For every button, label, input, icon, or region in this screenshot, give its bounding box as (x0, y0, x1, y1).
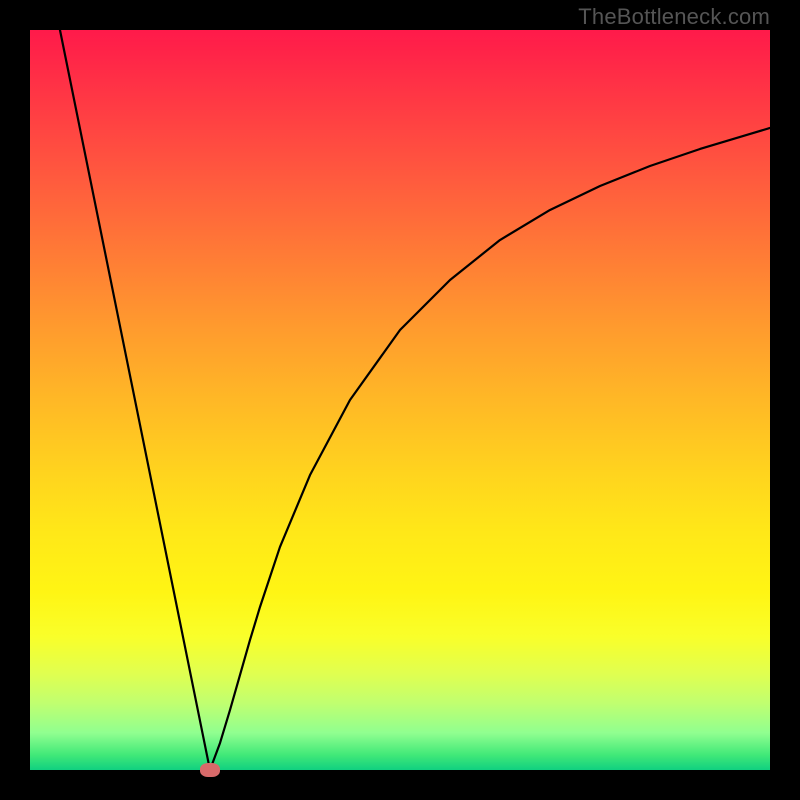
plot-area (30, 30, 770, 770)
chart-canvas: TheBottleneck.com (0, 0, 800, 800)
watermark-text: TheBottleneck.com (578, 4, 770, 30)
minimum-marker (200, 763, 220, 777)
bottleneck-curve (30, 30, 770, 770)
